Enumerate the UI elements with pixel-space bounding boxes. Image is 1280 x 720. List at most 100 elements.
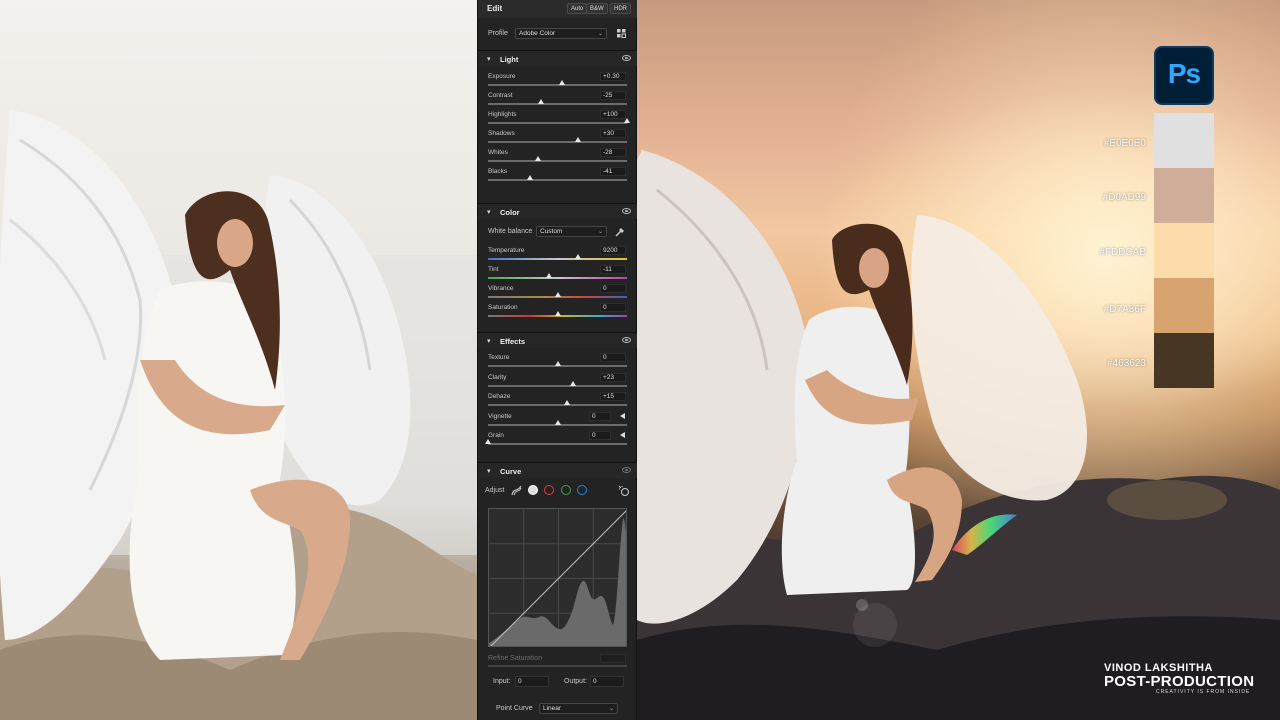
green-channel-icon[interactable] [561, 485, 571, 495]
blue-channel-icon[interactable] [577, 485, 587, 495]
effects-section-header[interactable]: ▾ Effects [478, 332, 638, 348]
point-curve-row: Point Curve Linear ⌄ [478, 702, 638, 716]
clarity-value[interactable]: +23 [600, 372, 626, 382]
temperature-value[interactable]: 9200 [600, 246, 626, 255]
color-section-title: Color [500, 208, 520, 217]
before-photo [0, 0, 477, 720]
white-channel-icon[interactable] [528, 485, 538, 495]
texture-thumb[interactable] [554, 361, 561, 366]
vibrance-slider[interactable]: Vibrance 0 [478, 284, 638, 302]
tint-track[interactable] [488, 277, 627, 279]
point-curve-label: Point Curve [496, 705, 533, 712]
point-curve-value: Linear [543, 705, 562, 712]
eye-icon[interactable] [622, 337, 631, 343]
auto-button[interactable]: Auto [567, 3, 588, 14]
contrast-track[interactable] [488, 103, 627, 105]
highlights-slider[interactable]: Highlights +100 [478, 110, 638, 128]
blacks-slider[interactable]: Blacks -41 [478, 167, 638, 185]
photoshop-logo-text: Ps [1167, 58, 1201, 89]
exposure-thumb[interactable] [558, 80, 565, 85]
grain-label: Grain [488, 432, 504, 439]
profile-select[interactable]: Adobe Color ⌄ [515, 28, 607, 39]
eye-icon[interactable] [622, 55, 631, 61]
profile-browser-icon[interactable] [617, 29, 627, 38]
vignette-slider[interactable]: Vignette 0 [478, 411, 638, 430]
contrast-value[interactable]: -25 [600, 91, 626, 100]
expand-triangle-icon[interactable] [620, 432, 625, 438]
blacks-track[interactable] [488, 179, 627, 181]
color-section-header[interactable]: ▾ Color [478, 203, 638, 219]
highlights-value[interactable]: +100 [600, 110, 626, 119]
temperature-thumb[interactable] [575, 254, 582, 259]
targeted-adjustment-icon[interactable] [618, 485, 630, 497]
bw-button[interactable]: B&W [586, 3, 608, 14]
whites-slider[interactable]: Whites -28 [478, 148, 638, 166]
grain-track[interactable] [488, 443, 627, 445]
hdr-button[interactable]: HDR [610, 3, 631, 14]
refine-saturation-track[interactable] [488, 665, 627, 667]
shadows-value[interactable]: +30 [600, 129, 626, 138]
whites-track[interactable] [488, 160, 627, 162]
temperature-track[interactable] [488, 258, 627, 260]
tint-slider[interactable]: Tint -11 [478, 265, 638, 283]
saturation-slider[interactable]: Saturation 0 [478, 303, 638, 321]
brand-tagline: CREATIVITY IS FROM INSIDE [1156, 689, 1251, 695]
chevron-down-icon: ⌄ [597, 31, 603, 37]
exposure-slider[interactable]: Exposure +0.30 [478, 72, 638, 90]
eyedropper-icon[interactable] [615, 226, 626, 237]
whites-thumb[interactable] [535, 156, 542, 161]
tint-thumb[interactable] [546, 273, 553, 278]
white-balance-row: White balance Custom ⌄ [478, 224, 638, 240]
light-section-header[interactable]: ▾ Light [478, 50, 638, 66]
contrast-slider[interactable]: Contrast -25 [478, 91, 638, 109]
expand-triangle-icon[interactable] [620, 412, 625, 419]
blacks-label: Blacks [488, 168, 508, 175]
saturation-thumb[interactable] [554, 311, 561, 316]
tint-value[interactable]: -11 [600, 265, 626, 274]
temperature-slider[interactable]: Temperature 9200 [478, 246, 638, 264]
curve-section-header[interactable]: ▾ Curve [478, 462, 638, 478]
clarity-thumb[interactable] [569, 380, 576, 386]
point-curve-select[interactable]: Linear ⌄ [539, 703, 618, 714]
shadows-track[interactable] [488, 141, 627, 143]
exposure-track[interactable] [488, 84, 627, 86]
tone-curve-graph[interactable] [488, 508, 627, 647]
red-channel-icon[interactable] [544, 485, 554, 495]
dehaze-track[interactable] [488, 404, 627, 406]
dehaze-slider[interactable]: Dehaze +15 [478, 392, 638, 410]
clarity-slider[interactable]: Clarity +23 [478, 372, 638, 391]
blacks-value[interactable]: -41 [600, 167, 626, 176]
clarity-track[interactable] [488, 384, 627, 387]
grain-value[interactable]: 0 [589, 431, 611, 440]
eye-icon[interactable] [622, 208, 631, 214]
highlights-track[interactable] [488, 122, 627, 124]
contrast-thumb[interactable] [537, 99, 544, 104]
vibrance-thumb[interactable] [554, 292, 561, 297]
white-balance-select[interactable]: Custom ⌄ [536, 226, 607, 237]
exposure-value[interactable]: +0.30 [600, 72, 626, 81]
dehaze-value[interactable]: +15 [600, 392, 626, 401]
blacks-thumb[interactable] [526, 175, 533, 180]
chevron-down-icon: ⌄ [597, 229, 603, 235]
shadows-thumb[interactable] [575, 137, 582, 142]
edit-title: Edit [487, 4, 503, 13]
vignette-value[interactable]: 0 [589, 411, 611, 421]
vignette-thumb[interactable] [554, 419, 561, 425]
texture-slider[interactable]: Texture 0 [478, 353, 638, 371]
vibrance-value[interactable]: 0 [600, 284, 626, 293]
shadows-slider[interactable]: Shadows +30 [478, 129, 638, 147]
eye-icon[interactable] [622, 467, 631, 473]
saturation-value[interactable]: 0 [600, 303, 626, 312]
output-field[interactable]: 0 [590, 676, 624, 687]
swatch-1-hex: #E0E0E0 [1103, 138, 1146, 149]
dehaze-thumb[interactable] [564, 400, 571, 405]
texture-value[interactable]: 0 [600, 353, 626, 362]
curve-adjust-row: Adjust [478, 482, 638, 500]
whites-value[interactable]: -28 [600, 148, 626, 157]
parametric-curve-icon[interactable] [511, 485, 522, 496]
grain-slider[interactable]: Grain 0 [478, 431, 638, 449]
input-field[interactable]: 0 [515, 676, 549, 687]
grain-thumb[interactable] [485, 439, 491, 444]
refine-saturation-value[interactable] [600, 654, 626, 663]
highlights-thumb[interactable] [624, 118, 630, 123]
